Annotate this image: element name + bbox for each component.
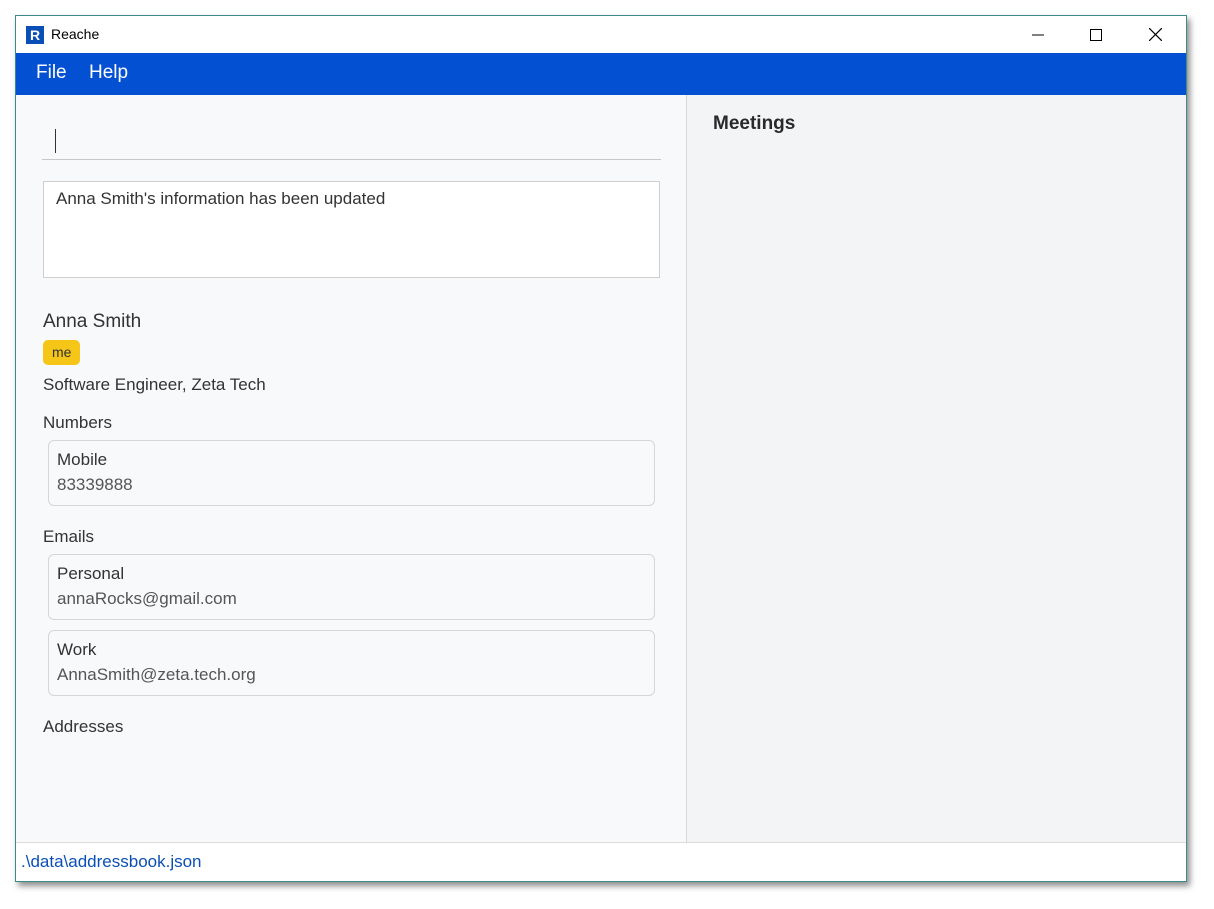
text-caret bbox=[55, 129, 56, 153]
status-bar: .\data\addressbook.json bbox=[16, 842, 1186, 881]
email-label: Personal bbox=[57, 564, 125, 583]
addresses-heading: Addresses bbox=[43, 717, 124, 736]
number-card: Mobile 83339888 bbox=[48, 440, 655, 506]
window-title: Reache bbox=[51, 26, 100, 42]
close-button[interactable] bbox=[1126, 16, 1184, 53]
emails-heading: Emails bbox=[43, 527, 95, 546]
minimize-button[interactable] bbox=[1009, 16, 1067, 53]
email-value: AnnaSmith@zeta.tech.org bbox=[57, 665, 256, 684]
numbers-heading: Numbers bbox=[43, 413, 112, 432]
menu-help[interactable]: Help bbox=[89, 62, 128, 84]
email-label: Work bbox=[57, 640, 97, 659]
person-name: Anna Smith bbox=[43, 311, 142, 332]
app-window: R Reache File Help Anna Smith's informat… bbox=[15, 15, 1187, 882]
person-pane: Anna Smith's information has been update… bbox=[16, 95, 686, 842]
number-value: 83339888 bbox=[57, 475, 133, 494]
meetings-pane: Meetings bbox=[687, 95, 1186, 842]
title-bar: R Reache bbox=[16, 16, 1186, 53]
maximize-icon bbox=[1090, 28, 1102, 41]
command-input[interactable] bbox=[42, 120, 661, 160]
app-logo-icon: R bbox=[26, 26, 44, 44]
menu-file[interactable]: File bbox=[36, 62, 67, 84]
menu-bar: File Help bbox=[16, 53, 1186, 95]
maximize-button[interactable] bbox=[1067, 16, 1125, 53]
save-location: .\data\addressbook.json bbox=[21, 852, 202, 871]
email-value: annaRocks@gmail.com bbox=[57, 589, 237, 608]
email-card-work: Work AnnaSmith@zeta.tech.org bbox=[48, 630, 655, 696]
result-display: Anna Smith's information has been update… bbox=[43, 181, 660, 278]
minimize-icon bbox=[1032, 34, 1044, 35]
tag-badge: me bbox=[43, 340, 81, 365]
email-card-personal: Personal annaRocks@gmail.com bbox=[48, 554, 655, 620]
number-label: Mobile bbox=[57, 450, 108, 469]
close-icon bbox=[1148, 28, 1162, 41]
meetings-title: Meetings bbox=[713, 113, 796, 134]
person-job: Software Engineer, Zeta Tech bbox=[43, 375, 266, 394]
